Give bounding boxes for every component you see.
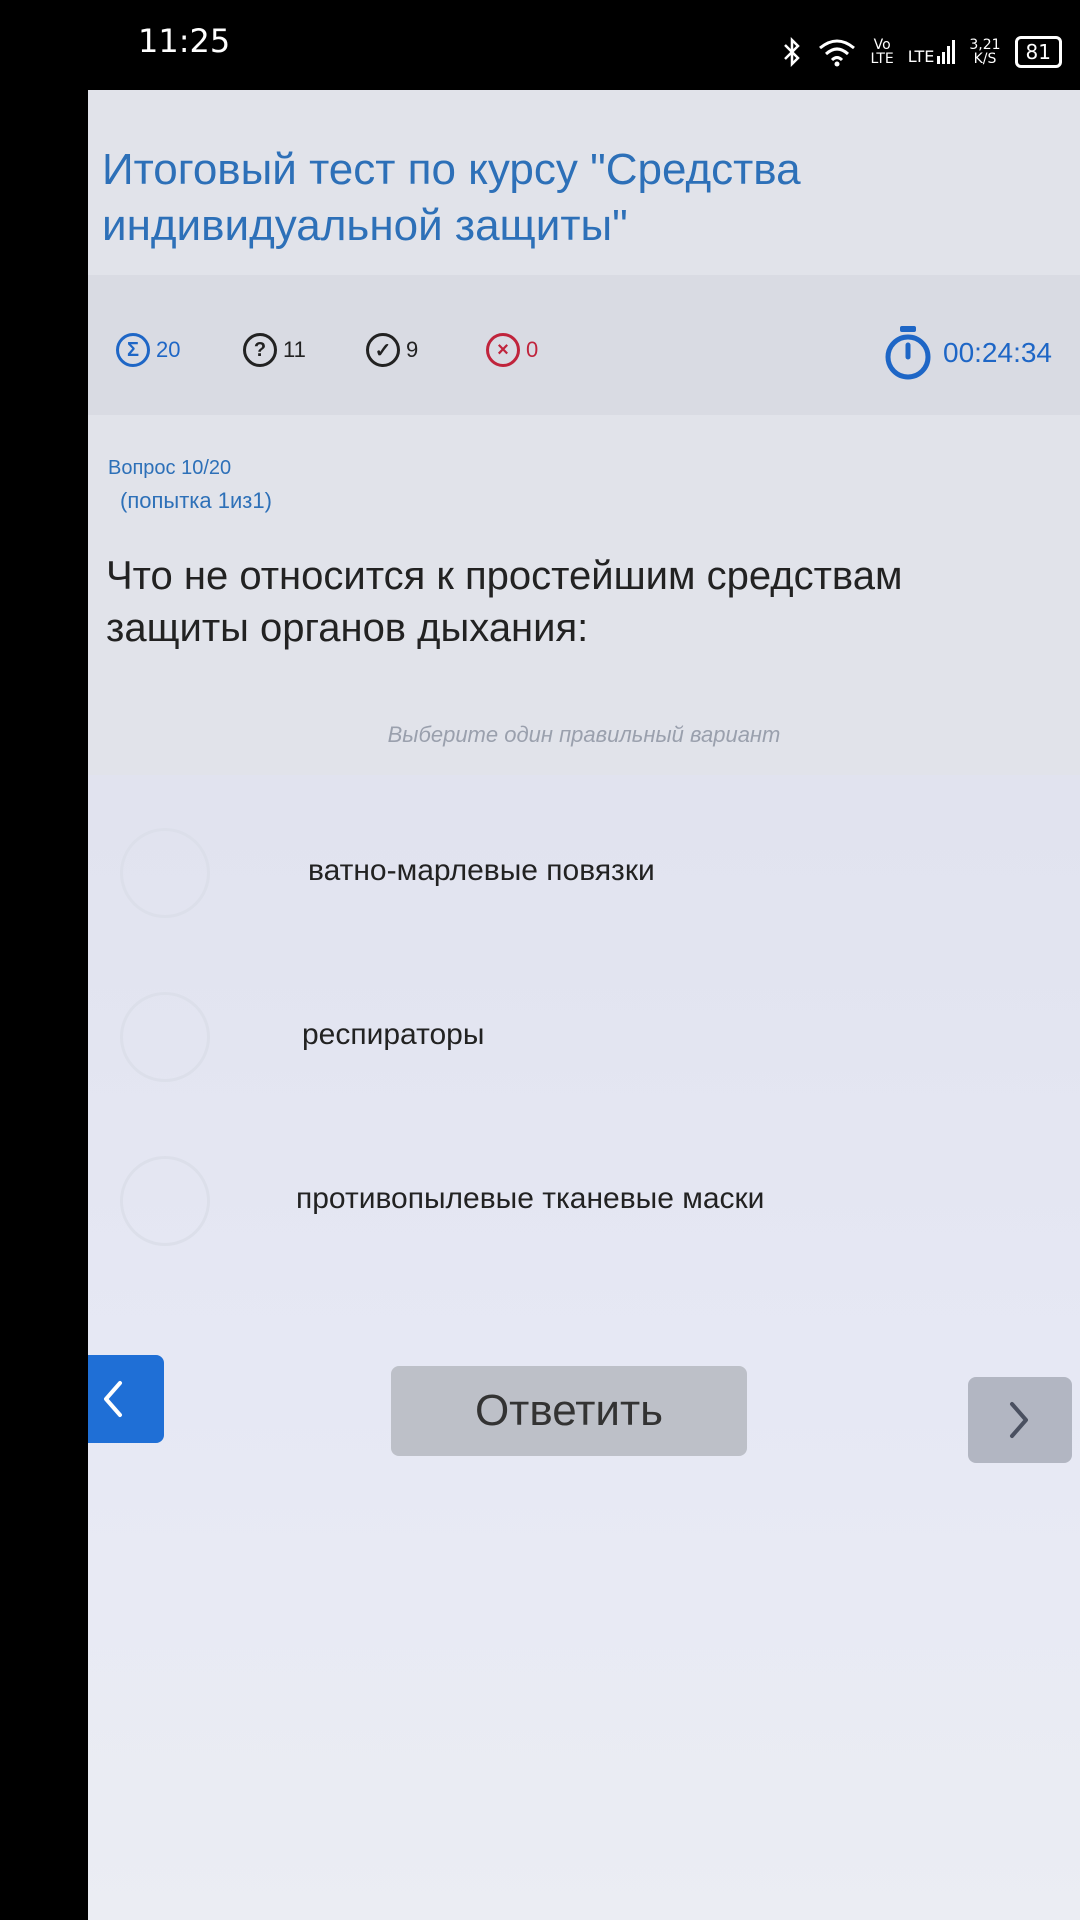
prev-button[interactable] (88, 1355, 164, 1443)
stats-bar: Σ 20 ? 11 ✓ 9 × 0 00:24:34 (88, 275, 1080, 415)
speed-unit: K/S (973, 51, 997, 67)
volte-bottom: LTE (870, 51, 894, 67)
question-text: Что не относится к простейшим средствам … (106, 554, 903, 650)
volte-indicator: Vo LTE (871, 38, 894, 66)
option-label: ватно-марлевые повязки (308, 854, 655, 887)
stat-correct: ✓ 9 (366, 333, 418, 367)
question-number: Вопрос 10/20 (108, 457, 232, 479)
volte-top: Vo (873, 37, 891, 53)
bluetooth-icon (783, 37, 800, 67)
radio-button[interactable] (120, 992, 210, 1082)
timer: 00:24:34 (883, 325, 1052, 381)
option-label: респираторы (302, 1018, 485, 1051)
next-button[interactable] (968, 1377, 1072, 1463)
signal-icon (937, 40, 956, 64)
stat-total-value: 20 (156, 337, 181, 362)
stat-unanswered: ? 11 (243, 333, 306, 367)
stat-wrong: × 0 (486, 333, 538, 367)
status-icons: Vo LTE LTE 3,21 K/S 81 (781, 36, 1062, 68)
check-icon: ✓ (366, 333, 400, 367)
option-2[interactable]: респираторы (88, 980, 1080, 1100)
status-time: 11:25 (138, 22, 231, 60)
page-title: Итоговый тест по курсу "Средства индивид… (102, 145, 801, 250)
radio-button[interactable] (120, 1156, 210, 1246)
stat-correct-value: 9 (406, 337, 419, 362)
app-screen: Итоговый тест по курсу "Средства индивид… (88, 90, 1080, 1920)
lte-label: LTE (907, 47, 935, 66)
answer-button[interactable]: Ответить (391, 1366, 747, 1456)
stat-wrong-value: 0 (526, 337, 539, 362)
wifi-icon (818, 39, 855, 67)
stopwatch-icon (885, 326, 931, 380)
battery-icon: 81 (1014, 36, 1062, 68)
chevron-right-icon (1010, 1402, 1028, 1438)
sigma-icon: Σ (116, 333, 150, 367)
chevron-left-icon (104, 1381, 122, 1417)
speed-value: 3,21 (969, 37, 1001, 53)
network-speed: 3,21 K/S (969, 38, 1000, 66)
answer-hint: Выберите один правильный вариант (387, 722, 781, 747)
option-3[interactable]: противопылевые тканевые маски (88, 1144, 1080, 1264)
question-icon: ? (243, 333, 277, 367)
cross-icon: × (486, 333, 520, 367)
stat-total: Σ 20 (116, 333, 180, 367)
status-bar: 11:25 Vo LTE LTE 3,21 K/S 81 (0, 0, 1080, 90)
question-attempt: (попытка 1из1) (120, 488, 272, 513)
radio-button[interactable] (120, 828, 210, 918)
stat-unanswered-value: 11 (283, 337, 306, 362)
option-label: противопылевые тканевые маски (296, 1182, 765, 1215)
header: Итоговый тест по курсу "Средства индивид… (88, 90, 1080, 275)
option-1[interactable]: ватно-марлевые повязки (88, 816, 1080, 936)
lte-indicator: LTE (907, 40, 956, 66)
timer-value: 00:24:34 (943, 337, 1052, 368)
